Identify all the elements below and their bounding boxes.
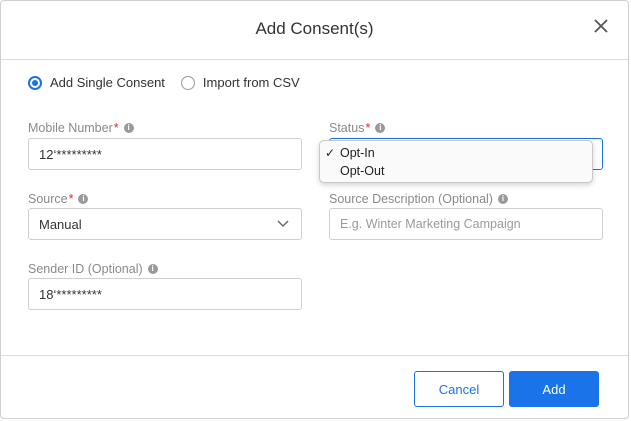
sender-id-label-text: Sender ID (Optional)	[28, 262, 143, 276]
info-icon[interactable]: i	[497, 194, 508, 204]
add-consent-dialog: Add Consent(s) Add Single Consent Import…	[0, 0, 629, 419]
source-description-label: Source Description (Optional) i	[329, 192, 508, 206]
info-icon[interactable]: i	[375, 123, 386, 133]
checkmark-icon: ✓	[325, 146, 336, 160]
cancel-button[interactable]: Cancel	[414, 371, 504, 407]
chevron-down-icon[interactable]	[277, 220, 289, 228]
sender-id-field[interactable]: 18‘*********	[28, 278, 302, 310]
mobile-number-value: 12‘*********	[39, 146, 102, 162]
add-button[interactable]: Add	[509, 371, 599, 407]
info-icon[interactable]: i	[123, 123, 134, 133]
status-label: Status * i	[329, 121, 386, 135]
radio-unchecked-icon[interactable]	[180, 75, 195, 90]
info-icon[interactable]: i	[147, 264, 158, 274]
mode-radio-group: Add Single Consent Import from CSV	[28, 75, 316, 90]
close-icon[interactable]	[590, 15, 612, 37]
status-option-opt-out[interactable]: Opt-Out	[340, 164, 384, 178]
radio-add-single-consent[interactable]: Add Single Consent	[28, 75, 165, 90]
required-asterisk: *	[68, 192, 74, 206]
sender-id-label: Sender ID (Optional) i	[28, 262, 158, 276]
radio-checked-icon[interactable]	[28, 75, 42, 90]
radio-label: Add Single Consent	[50, 75, 165, 90]
sender-id-value: 18‘*********	[39, 286, 102, 302]
mobile-number-label-text: Mobile Number	[28, 121, 113, 135]
required-asterisk: *	[113, 121, 119, 135]
source-description-placeholder: E.g. Winter Marketing Campaign	[340, 217, 521, 231]
source-value: Manual	[39, 216, 82, 232]
status-label-text: Status	[329, 121, 365, 135]
dialog-header: Add Consent(s)	[1, 1, 628, 60]
dialog-title: Add Consent(s)	[255, 19, 374, 38]
source-description-input[interactable]: E.g. Winter Marketing Campaign	[329, 208, 603, 240]
status-option-opt-in[interactable]: Opt-In	[340, 146, 375, 160]
mobile-number-label: Mobile Number * i	[28, 121, 134, 135]
status-dropdown-menu: ✓ Opt-In Opt-Out	[319, 140, 593, 183]
info-icon[interactable]: i	[78, 194, 89, 204]
source-description-label-text: Source Description (Optional)	[329, 192, 493, 206]
radio-label: Import from CSV	[202, 75, 300, 90]
mobile-number-field[interactable]: 12‘*********	[28, 138, 302, 170]
footer-divider	[1, 355, 628, 356]
source-label-text: Source	[28, 192, 68, 206]
source-label: Source * i	[28, 192, 89, 206]
radio-import-from-csv[interactable]: Import from CSV	[180, 75, 300, 90]
source-select[interactable]: Manual	[28, 208, 302, 240]
required-asterisk: *	[365, 121, 371, 135]
